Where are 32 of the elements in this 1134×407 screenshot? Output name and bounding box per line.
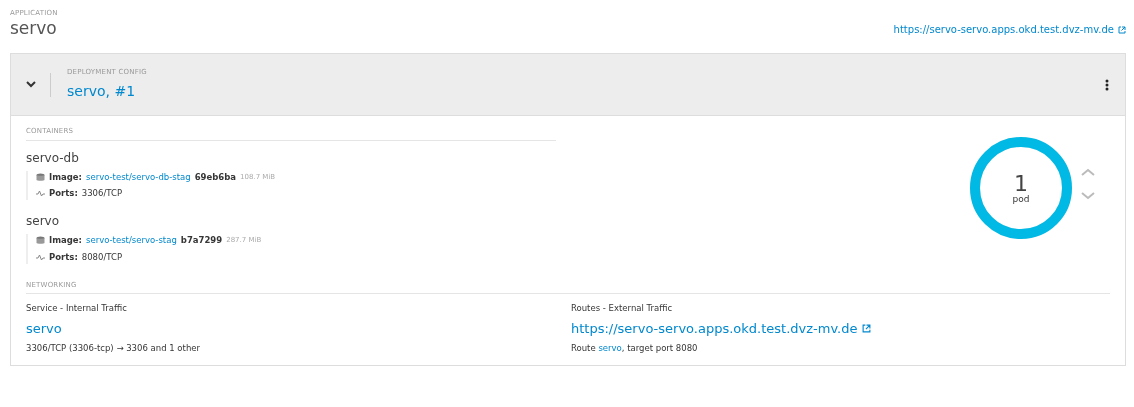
route-name-link[interactable]: servo: [598, 343, 622, 354]
external-link-icon: [861, 324, 871, 334]
routes-label: Routes - External Traffic: [571, 302, 674, 315]
image-label: Image:: [49, 234, 82, 247]
pulse-icon: [36, 190, 45, 198]
ports-value: 8080/TCP: [81, 250, 123, 264]
ports-label: Ports:: [49, 250, 78, 264]
service-label: Service - Internal Traffic: [26, 302, 128, 315]
route-link[interactable]: https://servo-servo.apps.okd.test.dvz-mv.de: [571, 318, 858, 339]
pod-unit: pod: [1012, 194, 1030, 204]
application-name: servo: [10, 18, 58, 38]
route-detail: Route servo, target port 8080: [571, 342, 699, 356]
ports-value: 3306/TCP: [81, 187, 123, 201]
service-ports: 3306/TCP (3306-tcp) → 3306 and 1 other: [26, 342, 201, 356]
image-hash: 69eb6ba: [194, 170, 237, 184]
image-hash: b7a7299: [180, 234, 223, 247]
image-link[interactable]: servo-test/servo-stag: [86, 234, 177, 247]
kebab-menu-icon[interactable]: [1105, 78, 1109, 91]
collapse-chevron-icon[interactable]: [25, 81, 36, 89]
service-link[interactable]: servo: [26, 318, 62, 339]
route-link[interactable]: https://servo-servo.apps.okd.test.dvz-mv.de: [893, 22, 1114, 38]
database-icon: [36, 236, 45, 246]
external-link-icon: [1118, 25, 1126, 34]
ports-label: Ports:: [49, 187, 78, 201]
deployment-link[interactable]: servo, #1: [67, 83, 136, 100]
pulse-icon: [36, 253, 45, 261]
container-name: servo-db: [26, 149, 80, 167]
image-label: Image:: [49, 170, 82, 184]
image-link[interactable]: servo-test/servo-db-stag: [86, 170, 191, 184]
container-name: servo: [26, 213, 60, 231]
pod-count: 1: [1014, 172, 1028, 195]
database-icon: [36, 172, 45, 182]
